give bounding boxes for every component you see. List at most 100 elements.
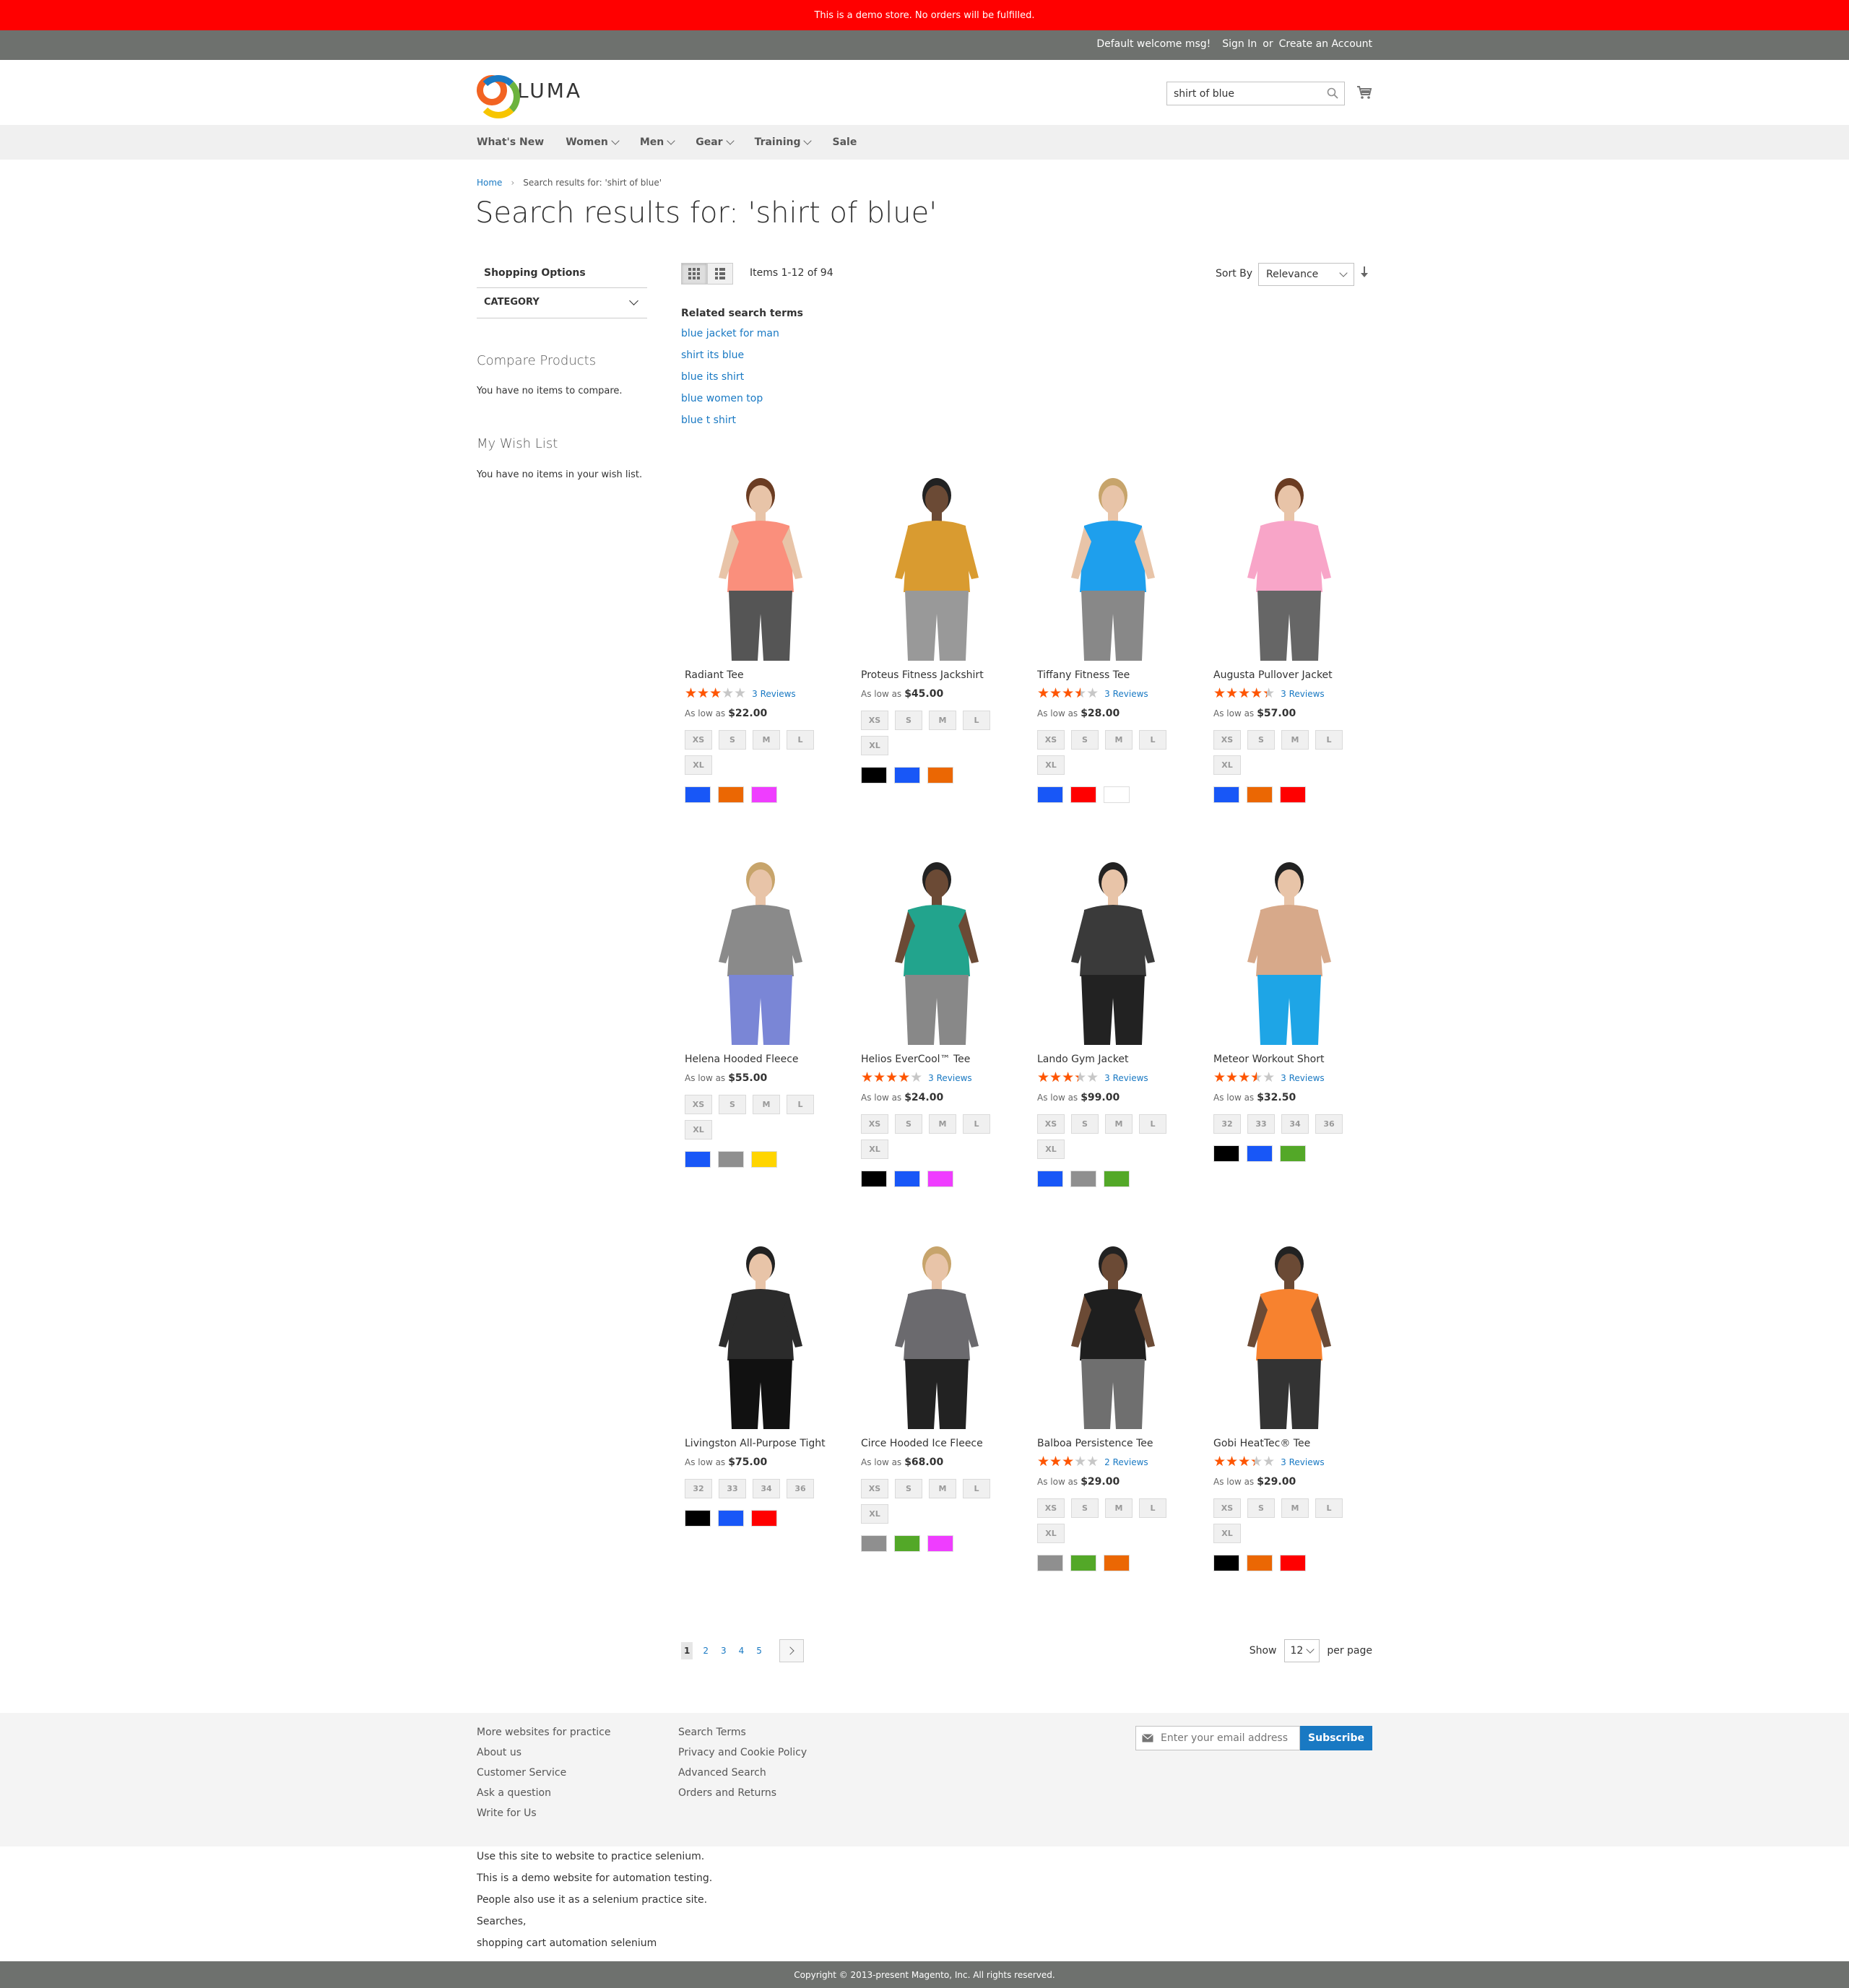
- reviews-link[interactable]: 3 Reviews: [752, 689, 796, 699]
- category-filter[interactable]: CATEGORY: [477, 288, 647, 318]
- size-option[interactable]: S: [1071, 1114, 1099, 1134]
- product-item[interactable]: Tiffany Fitness Tee ★★★★★★★★★★ 3 Reviews As…: [1034, 469, 1192, 803]
- size-option[interactable]: M: [1105, 1114, 1133, 1134]
- size-option[interactable]: S: [895, 711, 922, 730]
- color-option[interactable]: [1247, 1555, 1273, 1571]
- size-option[interactable]: S: [895, 1479, 922, 1498]
- size-option[interactable]: M: [753, 730, 780, 750]
- color-option[interactable]: [1247, 786, 1273, 803]
- size-option[interactable]: 32: [1213, 1114, 1241, 1134]
- create-account-link[interactable]: Create an Account: [1279, 38, 1372, 50]
- color-option[interactable]: [894, 767, 920, 784]
- product-name-link[interactable]: Helena Hooded Fleece: [685, 1054, 840, 1065]
- product-item[interactable]: Lando Gym Jacket ★★★★★★★★★★ 3 Reviews As lo…: [1034, 854, 1192, 1187]
- size-option[interactable]: L: [963, 711, 990, 730]
- product-image[interactable]: [1034, 469, 1192, 661]
- product-name-link[interactable]: Augusta Pullover Jacket: [1213, 669, 1369, 681]
- sign-in-link[interactable]: Sign In: [1222, 38, 1257, 50]
- product-name-link[interactable]: Tiffany Fitness Tee: [1037, 669, 1192, 681]
- color-option[interactable]: [1104, 786, 1130, 803]
- product-item[interactable]: Gobi HeatTec® Tee ★★★★★★★★★★ 3 Reviews As l…: [1210, 1238, 1369, 1571]
- size-option[interactable]: L: [1315, 1498, 1343, 1518]
- size-option[interactable]: M: [753, 1095, 780, 1114]
- pager-page-link[interactable]: 2: [703, 1646, 709, 1656]
- product-item[interactable]: Augusta Pullover Jacket ★★★★★★★★★★ 3 Revie…: [1210, 469, 1369, 803]
- color-option[interactable]: [1247, 1145, 1273, 1162]
- color-option[interactable]: [1070, 1555, 1096, 1571]
- size-option[interactable]: L: [787, 730, 814, 750]
- nav-item-men[interactable]: Men: [640, 136, 675, 148]
- size-option[interactable]: L: [787, 1095, 814, 1114]
- related-term-link[interactable]: blue t shirt: [681, 414, 803, 436]
- size-option[interactable]: S: [1071, 1498, 1099, 1518]
- color-option[interactable]: [1104, 1555, 1130, 1571]
- color-option[interactable]: [1070, 786, 1096, 803]
- product-name-link[interactable]: Meteor Workout Short: [1213, 1054, 1369, 1065]
- sort-direction-arrow-icon[interactable]: [1360, 266, 1369, 280]
- product-image[interactable]: [1210, 854, 1369, 1045]
- nav-item-what-s-new[interactable]: What's New: [477, 136, 544, 148]
- product-item[interactable]: Proteus Fitness Jackshirt As low as $45.00…: [857, 469, 1016, 784]
- color-option[interactable]: [685, 1510, 711, 1527]
- size-option[interactable]: M: [1105, 1498, 1133, 1518]
- color-option[interactable]: [1037, 1555, 1063, 1571]
- footer-link[interactable]: Orders and Returns: [678, 1783, 807, 1803]
- nav-item-gear[interactable]: Gear: [696, 136, 735, 148]
- reviews-link[interactable]: 2 Reviews: [1104, 1457, 1148, 1467]
- product-name-link[interactable]: Helios EverCool™ Tee: [861, 1054, 1016, 1065]
- reviews-link[interactable]: 3 Reviews: [1281, 689, 1325, 699]
- size-option[interactable]: XS: [1213, 1498, 1241, 1518]
- breadcrumb-home-link[interactable]: Home: [477, 178, 502, 188]
- size-option[interactable]: L: [963, 1114, 990, 1134]
- product-name-link[interactable]: Proteus Fitness Jackshirt: [861, 669, 1016, 681]
- newsletter-email-input[interactable]: Enter your email address: [1135, 1726, 1300, 1750]
- color-option[interactable]: [927, 1171, 953, 1187]
- size-option[interactable]: L: [1139, 1498, 1166, 1518]
- color-option[interactable]: [751, 1510, 777, 1527]
- size-option[interactable]: XS: [861, 1114, 888, 1134]
- size-option[interactable]: S: [1247, 1498, 1275, 1518]
- size-option[interactable]: 34: [1281, 1114, 1309, 1134]
- size-option[interactable]: XS: [861, 1479, 888, 1498]
- size-option[interactable]: 36: [787, 1479, 814, 1498]
- nav-item-training[interactable]: Training: [755, 136, 813, 148]
- size-option[interactable]: XL: [685, 755, 712, 775]
- size-option[interactable]: M: [1281, 1498, 1309, 1518]
- reviews-link[interactable]: 3 Reviews: [1281, 1457, 1325, 1467]
- size-option[interactable]: 34: [753, 1479, 780, 1498]
- size-option[interactable]: XS: [685, 1095, 712, 1114]
- size-option[interactable]: M: [1105, 730, 1133, 750]
- size-option[interactable]: S: [719, 730, 746, 750]
- footer-link[interactable]: Customer Service: [477, 1763, 610, 1783]
- product-name-link[interactable]: Balboa Persistence Tee: [1037, 1438, 1192, 1449]
- color-option[interactable]: [861, 1535, 887, 1552]
- product-item[interactable]: Livingston All-Purpose Tight As low as $75…: [681, 1238, 840, 1527]
- product-name-link[interactable]: Livingston All-Purpose Tight: [685, 1438, 840, 1449]
- product-name-link[interactable]: Lando Gym Jacket: [1037, 1054, 1192, 1065]
- footer-link[interactable]: About us: [477, 1742, 610, 1763]
- size-option[interactable]: L: [1139, 730, 1166, 750]
- product-item[interactable]: Circe Hooded Ice Fleece As low as $68.00 XS…: [857, 1238, 1016, 1552]
- size-option[interactable]: L: [1139, 1114, 1166, 1134]
- size-option[interactable]: XS: [1037, 730, 1065, 750]
- reviews-link[interactable]: 3 Reviews: [1281, 1073, 1325, 1083]
- related-term-link[interactable]: blue women top: [681, 393, 803, 414]
- sort-by-select[interactable]: Relevance: [1258, 263, 1354, 286]
- pager-next-button[interactable]: [779, 1639, 804, 1662]
- color-option[interactable]: [1213, 1555, 1239, 1571]
- reviews-link[interactable]: 3 Reviews: [928, 1073, 972, 1083]
- product-image[interactable]: [1034, 854, 1192, 1045]
- size-option[interactable]: XL: [1213, 755, 1241, 775]
- size-option[interactable]: M: [1281, 730, 1309, 750]
- size-option[interactable]: XL: [685, 1120, 712, 1140]
- size-option[interactable]: 33: [719, 1479, 746, 1498]
- size-option[interactable]: L: [1315, 730, 1343, 750]
- size-option[interactable]: S: [1247, 730, 1275, 750]
- color-option[interactable]: [1280, 1555, 1306, 1571]
- color-option[interactable]: [718, 786, 744, 803]
- related-term-link[interactable]: blue jacket for man: [681, 328, 803, 350]
- product-name-link[interactable]: Circe Hooded Ice Fleece: [861, 1438, 1016, 1449]
- size-option[interactable]: XS: [1037, 1114, 1065, 1134]
- color-option[interactable]: [927, 767, 953, 784]
- pager-page-link[interactable]: 3: [721, 1646, 727, 1656]
